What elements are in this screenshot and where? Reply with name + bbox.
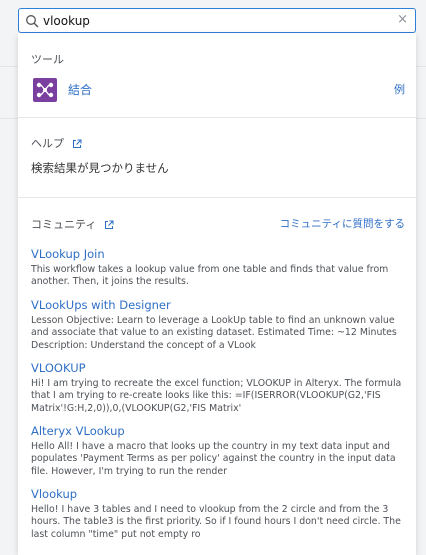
section-divider bbox=[18, 197, 416, 198]
community-result-description: Lesson Objective: Learn to leverage a Lo… bbox=[31, 315, 397, 351]
search-icon bbox=[26, 15, 39, 28]
tool-example-link[interactable]: 例 bbox=[394, 81, 405, 97]
community-result: VLookUps with Designer Lesson Objective:… bbox=[31, 298, 406, 352]
community-heading-label: コミュニティ bbox=[31, 218, 97, 231]
external-link-icon bbox=[104, 220, 114, 229]
community-result-title[interactable]: Alteryx VLookup bbox=[31, 424, 406, 438]
external-link-icon bbox=[72, 139, 81, 148]
community-result-description: This workflow takes a lookup value from … bbox=[31, 264, 389, 288]
community-result-title[interactable]: VLookup Join bbox=[31, 247, 406, 261]
community-result: VLookup Join This workflow takes a looku… bbox=[31, 247, 406, 289]
community-result-description: Hi! I am trying to recreate the excel fu… bbox=[31, 378, 402, 414]
ask-community-link[interactable]: コミュニティに質問をする bbox=[280, 216, 405, 231]
join-tool-icon[interactable] bbox=[32, 77, 58, 103]
search-box[interactable]: × bbox=[18, 8, 416, 33]
community-result: VLOOKUP Hi! I am trying to recreate the … bbox=[31, 361, 406, 415]
search-results-panel: ツール 結合 例 ヘルプ 検索結果が見つかりません コミュニティ コミュニティに… bbox=[18, 33, 416, 555]
community-result-title[interactable]: VLookUps with Designer bbox=[31, 298, 406, 312]
help-heading-label: ヘルプ bbox=[31, 137, 64, 150]
help-heading[interactable]: ヘルプ bbox=[31, 135, 82, 151]
community-heading[interactable]: コミュニティ bbox=[31, 216, 114, 232]
section-divider bbox=[18, 117, 416, 118]
tool-join-name[interactable]: 結合 bbox=[68, 81, 92, 98]
help-no-results: 検索結果が見つかりません bbox=[31, 161, 169, 175]
tools-heading: ツール bbox=[31, 53, 64, 66]
clear-search-icon[interactable]: × bbox=[397, 12, 408, 28]
community-result-title[interactable]: VLOOKUP bbox=[31, 361, 406, 375]
community-result-title[interactable]: Vlookup bbox=[31, 487, 406, 501]
search-input[interactable] bbox=[43, 11, 383, 30]
community-result-description: Hello! I have 3 tables and I need to vlo… bbox=[31, 504, 401, 540]
community-result: Alteryx VLookup Hello All! I have a macr… bbox=[31, 424, 406, 478]
community-result: Vlookup Hello! I have 3 tables and I nee… bbox=[31, 487, 406, 541]
community-result-description: Hello All! I have a macro that looks up … bbox=[31, 441, 396, 477]
